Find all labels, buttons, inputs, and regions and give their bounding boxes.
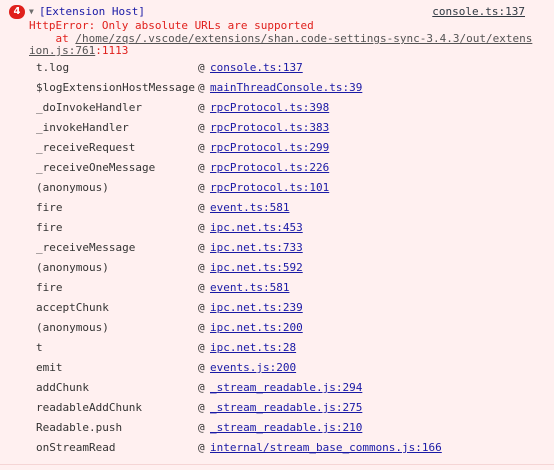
stack-frame-at: @ [198, 361, 205, 374]
stack-frame-function: (anonymous) [36, 181, 109, 194]
error-message: HttpError: Only absolute URLs are suppor… [29, 19, 314, 32]
stack-frame-at: @ [198, 241, 205, 254]
stack-frame-row: _receiveMessage @ ipc.net.ts:733 [0, 238, 554, 258]
error-location-link-part1[interactable]: /home/zqs/.vscode/extensions/shan.code-s… [75, 32, 532, 45]
stack-frame-row: _receiveOneMessage @ rpcProtocol.ts:226 [0, 158, 554, 178]
stack-frame-source-link[interactable]: rpcProtocol.ts:398 [210, 98, 329, 118]
context-label: [Extension Host] [39, 5, 145, 18]
stack-frame-at: @ [198, 81, 205, 94]
stack-frame-function: _doInvokeHandler [36, 101, 142, 114]
stack-frame-source-link[interactable]: ipc.net.ts:200 [210, 318, 303, 338]
stack-frame-row: (anonymous) @ ipc.net.ts:592 [0, 258, 554, 278]
stack-frame-row: fire @ event.ts:581 [0, 278, 554, 298]
stack-frame-function: addChunk [36, 381, 89, 394]
stack-frame-source-link[interactable]: event.ts:581 [210, 198, 289, 218]
stack-frame-source-link[interactable]: ipc.net.ts:733 [210, 238, 303, 258]
stack-frame-source-link[interactable]: rpcProtocol.ts:299 [210, 138, 329, 158]
error-location-line: ion.js:761:1113 [29, 44, 128, 58]
stack-frame-function: (anonymous) [36, 321, 109, 334]
stack-frame-source-link[interactable]: rpcProtocol.ts:226 [210, 158, 329, 178]
stack-frame-function: t [36, 341, 43, 354]
stack-frame-at: @ [198, 101, 205, 114]
stack-frame-row: (anonymous) @ rpcProtocol.ts:101 [0, 178, 554, 198]
stack-frame-function: _receiveRequest [36, 141, 136, 154]
stack-frame-at: @ [198, 401, 205, 414]
stack-frame-row: _doInvokeHandler @ rpcProtocol.ts:398 [0, 98, 554, 118]
stack-frame-function: fire [36, 221, 63, 234]
stack-frame-at: @ [198, 341, 205, 354]
stack-frame-function: _invokeHandler [36, 121, 129, 134]
stack-frame-row: emit @ events.js:200 [0, 358, 554, 378]
stack-frame-at: @ [198, 181, 205, 194]
stack-frame-source-link[interactable]: event.ts:581 [210, 278, 289, 298]
stack-frame-source-link[interactable]: _stream_readable.js:210 [210, 418, 362, 438]
stack-frame-source-link[interactable]: _stream_readable.js:275 [210, 398, 362, 418]
stack-frame-at: @ [198, 261, 205, 274]
stack-frame-source-link[interactable]: events.js:200 [210, 358, 296, 378]
stack-frame-row: $logExtensionHostMessage @ mainThreadConso… [0, 78, 554, 98]
stack-frame-function: onStreamRead [36, 441, 116, 454]
stack-frame-at: @ [198, 121, 205, 134]
stack-trace-table: t.log @ console.ts:137 $logExtensionHostMes… [0, 58, 554, 458]
stack-frame-at: @ [198, 221, 205, 234]
stack-frame-source-link[interactable]: ipc.net.ts:28 [210, 338, 296, 358]
stack-frame-source-link[interactable]: ipc.net.ts:453 [210, 218, 303, 238]
source-location-link[interactable]: console.ts:137 [432, 5, 525, 19]
stack-frame-at: @ [198, 281, 205, 294]
stack-frame-at: @ [198, 161, 205, 174]
error-location-link-part2[interactable]: ion.js:761 [29, 44, 95, 57]
stack-frame-function: t.log [36, 61, 70, 74]
stack-frame-function: _receiveOneMessage [36, 161, 156, 174]
stack-frame-function: emit [36, 361, 63, 374]
stack-frame-row: fire @ ipc.net.ts:453 [0, 218, 554, 238]
stack-frame-function: Readable.push [36, 421, 123, 434]
stack-frame-at: @ [198, 381, 205, 394]
stack-frame-row: Readable.push @ _stream_readable.js:210 [0, 418, 554, 438]
stack-frame-row: onStreamRead @ internal/stream_base_common… [0, 438, 554, 458]
stack-frame-row: _invokeHandler @ rpcProtocol.ts:383 [0, 118, 554, 138]
stack-frame-row: addChunk @ _stream_readable.js:294 [0, 378, 554, 398]
stack-frame-at: @ [198, 301, 205, 314]
stack-frame-source-link[interactable]: console.ts:137 [210, 58, 303, 78]
error-location-suffix: :1113 [95, 44, 129, 57]
stack-frame-at: @ [198, 61, 205, 74]
expand-triangle-icon[interactable]: ▼ [29, 6, 34, 18]
stack-frame-row: t.log @ console.ts:137 [0, 58, 554, 78]
stack-frame-source-link[interactable]: ipc.net.ts:592 [210, 258, 303, 278]
stack-frame-row: acceptChunk @ ipc.net.ts:239 [0, 298, 554, 318]
stack-frame-source-link[interactable]: rpcProtocol.ts:383 [210, 118, 329, 138]
stack-frame-function: $logExtensionHostMessage [36, 81, 195, 94]
stack-frame-at: @ [198, 441, 205, 454]
stack-frame-function: (anonymous) [36, 261, 109, 274]
stack-frame-row: _receiveRequest @ rpcProtocol.ts:299 [0, 138, 554, 158]
stack-frame-row: t @ ipc.net.ts:28 [0, 338, 554, 358]
stack-frame-source-link[interactable]: ipc.net.ts:239 [210, 298, 303, 318]
stack-frame-function: readableAddChunk [36, 401, 142, 414]
stack-frame-source-link[interactable]: mainThreadConsole.ts:39 [210, 78, 362, 98]
stack-frame-function: acceptChunk [36, 301, 109, 314]
stack-frame-at: @ [198, 141, 205, 154]
stack-frame-source-link[interactable]: rpcProtocol.ts:101 [210, 178, 329, 198]
stack-frame-row: readableAddChunk @ _stream_readable.js:275 [0, 398, 554, 418]
stack-frame-function: fire [36, 201, 63, 214]
stack-frame-function: fire [36, 281, 63, 294]
stack-frame-at: @ [198, 321, 205, 334]
stack-frame-at: @ [198, 201, 205, 214]
stack-frame-source-link[interactable]: internal/stream_base_commons.js:166 [210, 438, 442, 458]
stack-frame-source-link[interactable]: _stream_readable.js:294 [210, 378, 362, 398]
stack-frame-row: fire @ event.ts:581 [0, 198, 554, 218]
stack-frame-row: (anonymous) @ ipc.net.ts:200 [0, 318, 554, 338]
repeat-count-badge: 4 [9, 5, 25, 19]
stack-frame-at: @ [198, 421, 205, 434]
console-error-entry: 4 ▼ [Extension Host] console.ts:137 Http… [0, 0, 554, 465]
stack-frame-function: _receiveMessage [36, 241, 136, 254]
